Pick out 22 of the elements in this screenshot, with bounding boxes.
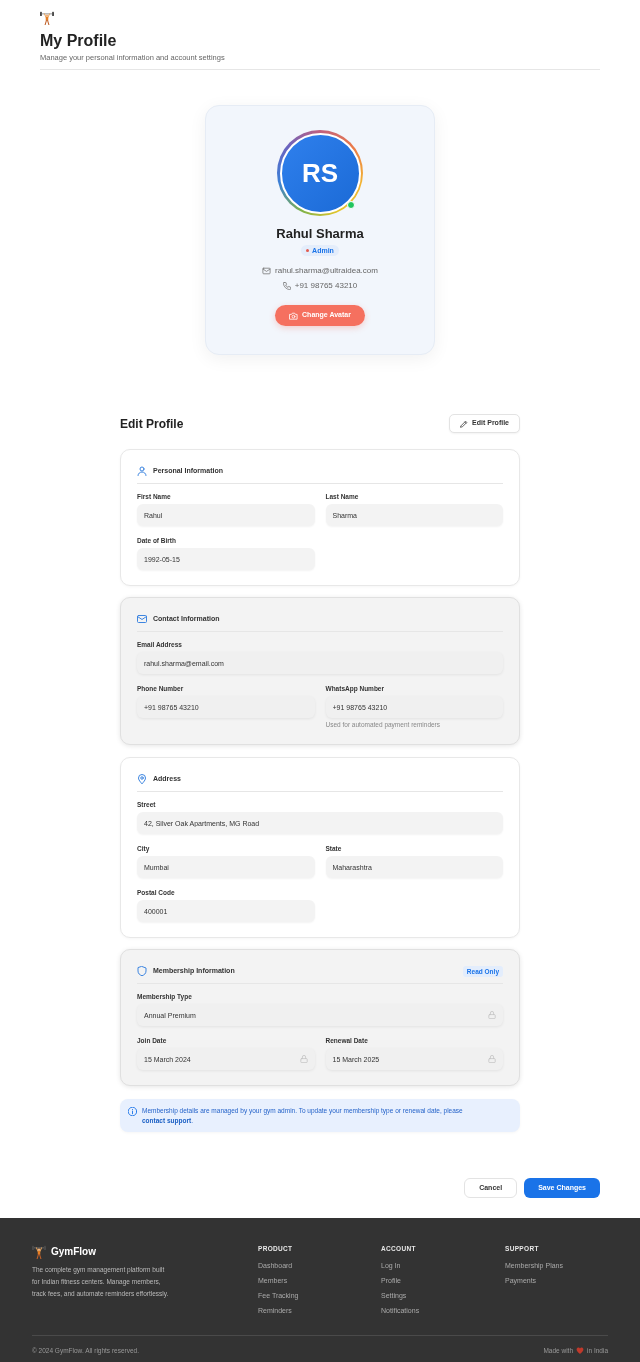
weightlifter-icon bbox=[40, 11, 54, 25]
info-icon bbox=[128, 1107, 137, 1116]
section-heading: Edit Profile bbox=[120, 415, 184, 433]
mail-icon bbox=[137, 614, 147, 624]
mail-icon bbox=[262, 267, 272, 275]
avatar: RS bbox=[279, 132, 361, 214]
lock-icon bbox=[488, 1011, 496, 1019]
page-title: My Profile bbox=[40, 32, 118, 50]
footer-brand: GymFlow bbox=[51, 1245, 96, 1259]
person-icon bbox=[137, 466, 147, 476]
lock-icon bbox=[299, 1055, 308, 1063]
profile-email: rahul.sharma@ultraidea.com bbox=[275, 266, 378, 276]
weightlifter-icon bbox=[32, 1245, 46, 1259]
shield-icon bbox=[137, 966, 147, 976]
profile-name: Rahul Sharma bbox=[276, 226, 364, 242]
lock-icon bbox=[488, 1055, 496, 1063]
heart-icon bbox=[576, 1347, 585, 1354]
phone-icon bbox=[282, 282, 291, 290]
pencil-icon bbox=[460, 419, 469, 428]
camera-icon bbox=[289, 311, 299, 320]
profile-phone: +91 98765 43210 bbox=[294, 281, 358, 291]
map-pin-icon bbox=[137, 774, 147, 784]
